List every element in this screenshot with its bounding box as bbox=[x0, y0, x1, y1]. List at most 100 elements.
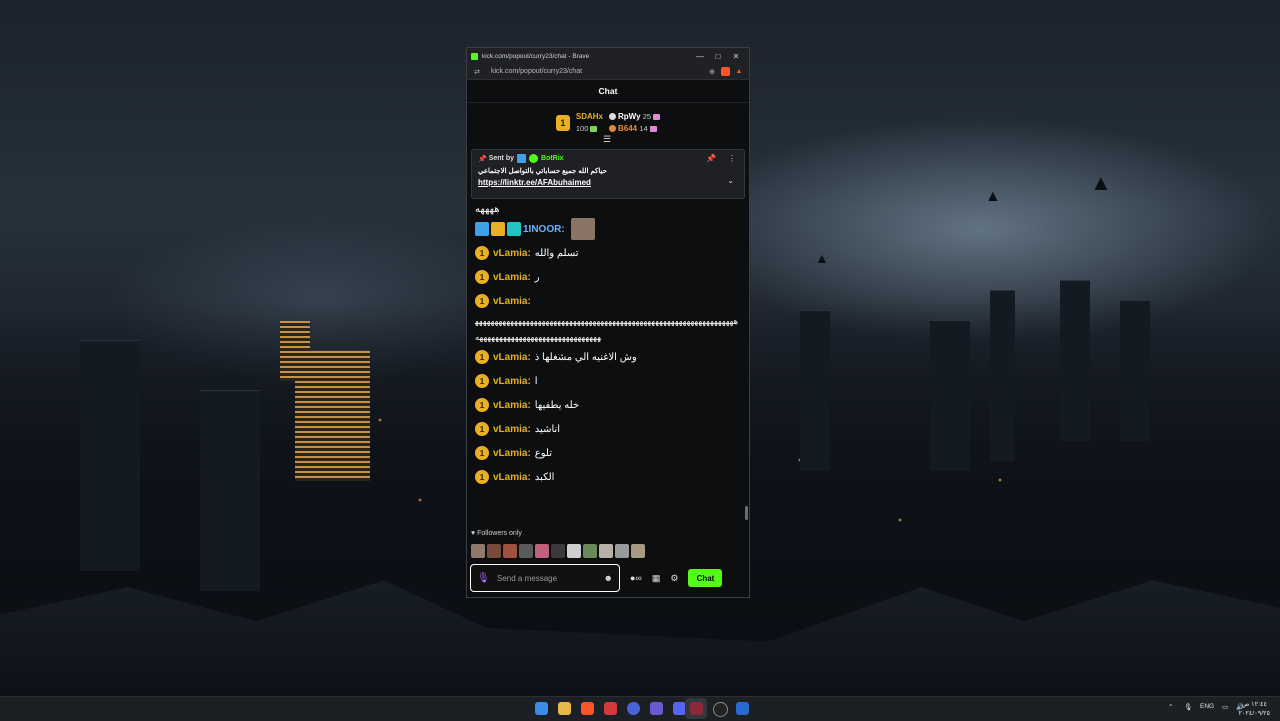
microphone-tray-icon[interactable]: 🎙 bbox=[1184, 703, 1192, 711]
chat-scrollbar[interactable] bbox=[745, 506, 748, 520]
subscriber-badge-icon: 1 bbox=[475, 398, 489, 412]
close-button[interactable]: ✕ bbox=[727, 52, 745, 61]
app-icon[interactable] bbox=[690, 702, 703, 715]
chat-text: خله يطفيها bbox=[534, 399, 580, 411]
subscriber-badge-icon: 1 bbox=[475, 350, 489, 364]
emote-button[interactable] bbox=[631, 544, 645, 558]
brave-rewards-icon[interactable]: ▲ bbox=[733, 68, 745, 75]
chat-username[interactable]: vLamia: bbox=[493, 424, 531, 435]
wallpaper-building bbox=[800, 310, 830, 471]
moderator-icon bbox=[517, 154, 527, 163]
chat-username[interactable]: vLamia: bbox=[493, 272, 531, 283]
points-icon[interactable]: ●∞ bbox=[630, 573, 642, 583]
chat-username[interactable]: vLamia: bbox=[493, 248, 531, 259]
chat-message: 1 vLamia: تلوع bbox=[475, 441, 741, 465]
pinned-text: حياكم الله جميع حساباتي بالتواصل الاجتما… bbox=[478, 168, 607, 175]
obs-icon[interactable] bbox=[713, 702, 728, 717]
subscriber-badge-icon: 1 bbox=[475, 294, 489, 308]
chat-message: 1 vLamia: ا bbox=[475, 369, 741, 393]
app-icon[interactable] bbox=[627, 702, 640, 715]
bat-icon: ▲ bbox=[815, 250, 829, 266]
collapse-leaderboard-icon[interactable]: ☰ bbox=[603, 134, 611, 145]
taskbar: ⌃ 🎙 ENG ▭ 🔊 ١٢:٤٤ ص ٢٠٢٤/٠٩/٢٥ bbox=[0, 696, 1280, 721]
chevron-up-icon[interactable]: ⌃ bbox=[1168, 703, 1173, 711]
chat-message: 1 vLamia: bbox=[475, 289, 741, 313]
microphone-icon[interactable]: 🎙 bbox=[477, 573, 491, 584]
zoom-icon[interactable]: ⊕ bbox=[706, 68, 718, 76]
site-info-icon[interactable]: ⇄ bbox=[471, 68, 483, 76]
chat-username[interactable]: vLamia: bbox=[493, 352, 531, 363]
chat-input[interactable]: 🎙 Send a message ☻ bbox=[470, 564, 620, 592]
brave-icon[interactable] bbox=[581, 702, 594, 715]
emote-button[interactable] bbox=[535, 544, 549, 558]
chat-username[interactable]: vLamia: bbox=[493, 400, 531, 411]
emote-image bbox=[570, 218, 595, 240]
wallpaper-building bbox=[200, 390, 260, 591]
rank-1-badge-icon: 1 bbox=[555, 115, 570, 131]
wallpaper-building bbox=[80, 340, 140, 571]
gear-icon[interactable]: ⚙ bbox=[670, 573, 678, 584]
minimize-button[interactable]: — bbox=[691, 52, 709, 61]
chat-message-fragment: ههههه bbox=[475, 203, 500, 215]
wallpaper-building bbox=[1060, 280, 1090, 441]
recent-emotes bbox=[471, 544, 645, 558]
store-icon[interactable]: ▦ bbox=[652, 573, 661, 584]
wallpaper-building bbox=[990, 290, 1015, 461]
gift-leaderboard: 1 SDAHx 100 RpWy 25 B644 14 ☰ bbox=[467, 103, 749, 145]
monitor-icon[interactable]: ▭ bbox=[1222, 703, 1228, 711]
brave-shields-icon[interactable] bbox=[721, 67, 730, 76]
emote-button[interactable] bbox=[583, 544, 597, 558]
subscriber-badge-icon: 1 bbox=[475, 270, 489, 284]
emote-button[interactable] bbox=[487, 544, 501, 558]
subscriber-badge-icon: 1 bbox=[475, 446, 489, 460]
title-bar: kick.com/popout/curry23/chat - Brave — □… bbox=[467, 48, 749, 64]
chat-username[interactable]: vLamia: bbox=[493, 296, 531, 307]
chat-username[interactable]: vLamia: bbox=[493, 472, 531, 483]
chat-text: الكبد bbox=[534, 471, 555, 483]
sent-by-label: Sent by bbox=[488, 155, 515, 162]
chat-input-placeholder[interactable]: Send a message bbox=[497, 574, 604, 583]
chat-text-long: هههههههههههههههههههههههههههههههههههههههه… bbox=[475, 316, 739, 342]
language-indicator[interactable]: ENG bbox=[1200, 703, 1214, 710]
send-chat-button[interactable]: Chat bbox=[688, 569, 723, 587]
start-icon[interactable] bbox=[535, 702, 548, 715]
chat-text: تلوع bbox=[534, 447, 553, 459]
subscriber-badge-icon: 1 bbox=[475, 422, 489, 436]
clock-time: ١٢:٤٤ ص bbox=[1241, 701, 1267, 708]
chat-username[interactable]: 1INOOR: bbox=[523, 224, 565, 235]
chat-text: اناشيد bbox=[534, 423, 561, 435]
chat-username[interactable]: vLamia: bbox=[493, 376, 531, 387]
url-text[interactable]: kick.com/popout/curry23/chat bbox=[491, 68, 706, 75]
followers-only-notice: ♥ Followers only bbox=[471, 530, 522, 537]
file-explorer-icon[interactable] bbox=[558, 702, 571, 715]
heart-icon: ♥ bbox=[471, 530, 476, 537]
app-icon[interactable] bbox=[650, 702, 663, 715]
chat-text: وش الاغنيه الي مشغلها ذ bbox=[534, 351, 637, 363]
wallpaper-building bbox=[1120, 300, 1150, 441]
emote-button[interactable] bbox=[567, 544, 581, 558]
leader-second-name[interactable]: RpWy bbox=[618, 112, 641, 121]
emote-button[interactable] bbox=[551, 544, 565, 558]
maximize-button[interactable]: □ bbox=[709, 52, 727, 61]
chat-message: 1 vLamia: وش الاغنيه الي مشغلها ذ bbox=[475, 345, 741, 369]
emoji-icon[interactable]: ☻ bbox=[604, 573, 613, 583]
chat-username[interactable]: vLamia: bbox=[493, 448, 531, 459]
more-options-icon[interactable]: ⋮ bbox=[728, 154, 736, 163]
leader-third-name[interactable]: B644 bbox=[618, 124, 637, 133]
chat-text: ر bbox=[534, 271, 540, 283]
emote-button[interactable] bbox=[471, 544, 485, 558]
chevron-down-icon[interactable]: ⌄ bbox=[727, 176, 734, 185]
emote-button[interactable] bbox=[615, 544, 629, 558]
unpin-icon[interactable]: 📌 bbox=[706, 154, 716, 163]
bot-name[interactable]: BotRix bbox=[541, 155, 564, 162]
clock[interactable]: ١٢:٤٤ ص ٢٠٢٤/٠٩/٢٥ bbox=[1238, 700, 1270, 718]
steam-icon[interactable] bbox=[736, 702, 749, 715]
leader-first-name[interactable]: SDAHx bbox=[576, 111, 603, 123]
app-icon[interactable] bbox=[604, 702, 617, 715]
emote-button[interactable] bbox=[599, 544, 613, 558]
browser-window: kick.com/popout/curry23/chat - Brave — □… bbox=[466, 47, 750, 598]
emote-button[interactable] bbox=[503, 544, 517, 558]
chat-header: Chat bbox=[467, 80, 749, 103]
emote-button[interactable] bbox=[519, 544, 533, 558]
pinned-link[interactable]: https://linktr.ee/AFAbuhaimed bbox=[478, 178, 738, 187]
